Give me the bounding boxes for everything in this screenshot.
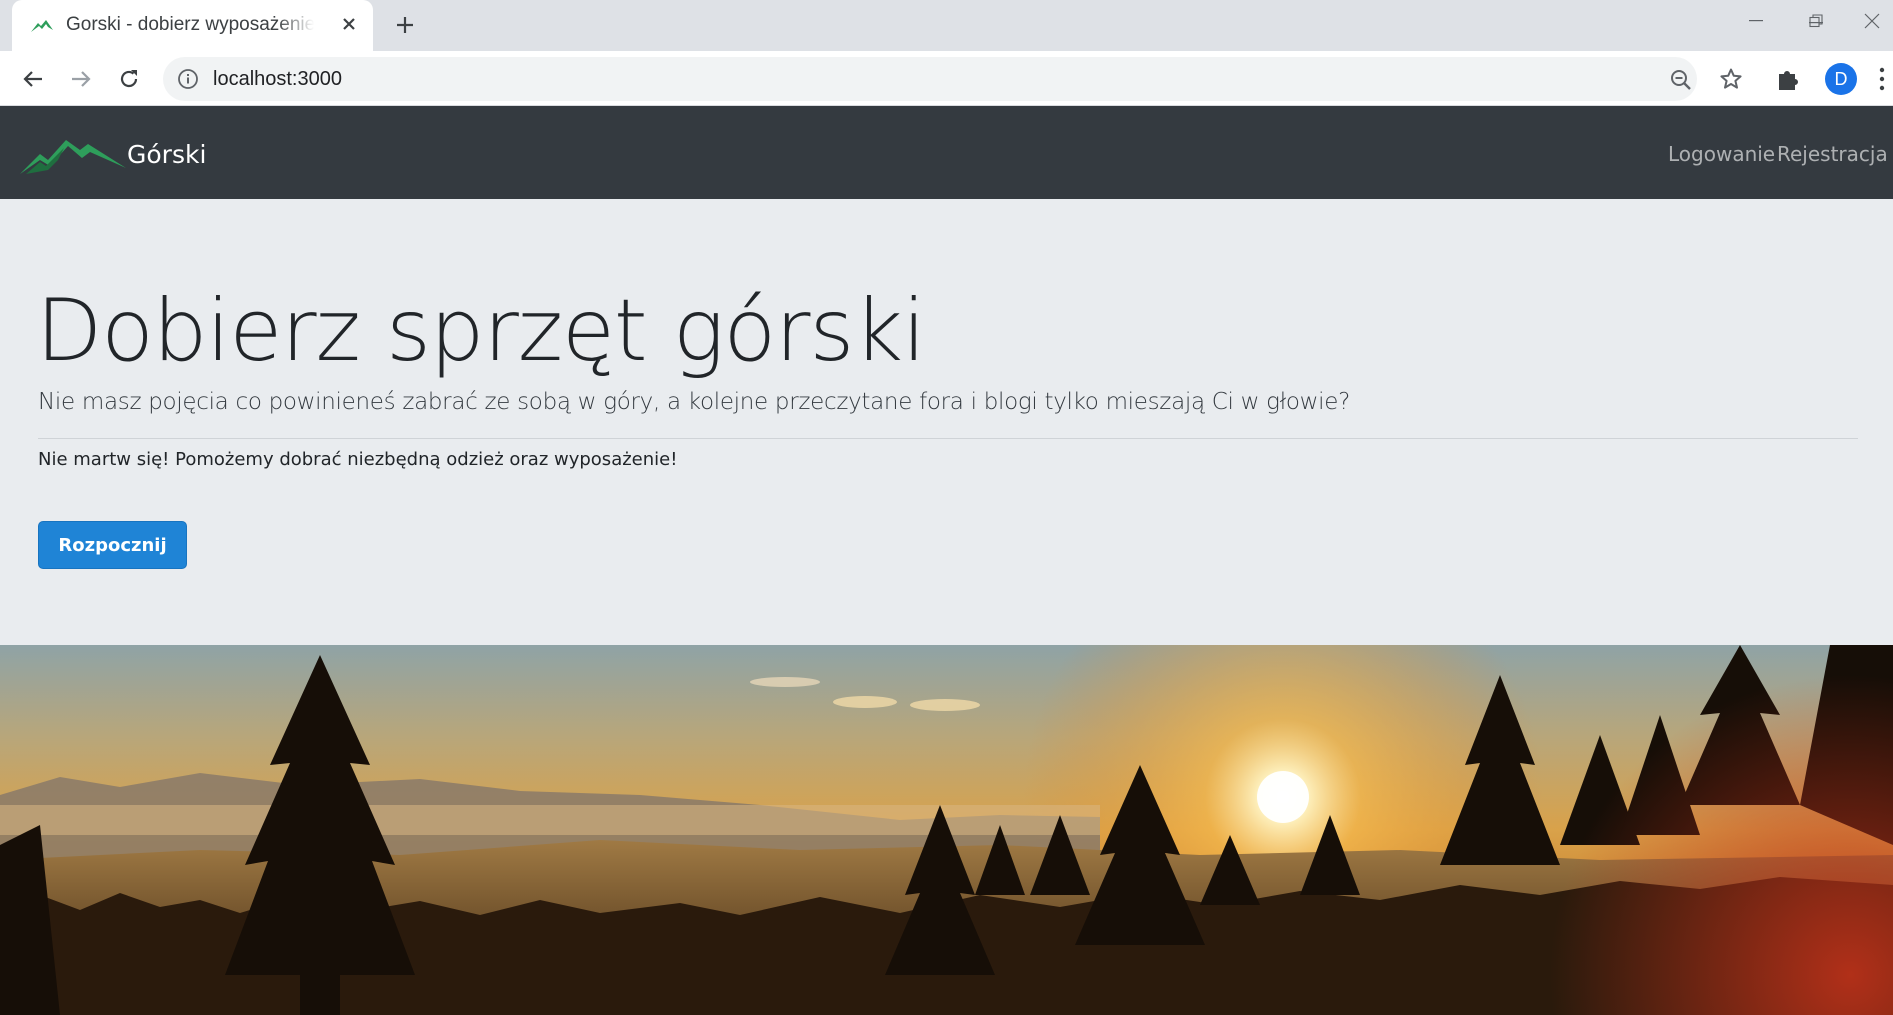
new-tab-icon[interactable] [390, 10, 420, 40]
body-text: Nie martw się! Pomożemy dobrać niezbędną… [38, 449, 678, 470]
address-bar[interactable]: localhost:3000 [163, 57, 1742, 101]
jumbotron: Dobierz sprzęt górski Nie masz pojęcia c… [0, 199, 1893, 645]
bookmark-star-icon[interactable] [1719, 67, 1743, 91]
site-navbar: Górski Logowanie Rejestracja [0, 106, 1893, 199]
zoom-icon[interactable] [1669, 68, 1693, 92]
nav-login-link[interactable]: Logowanie [1668, 142, 1775, 166]
browser-tabstrip: Gorski - dobierz wyposażenie w góry [0, 0, 1893, 51]
profile-avatar[interactable]: D [1825, 63, 1857, 95]
url-text[interactable]: localhost:3000 [213, 68, 342, 91]
browser-tab[interactable]: Gorski - dobierz wyposażenie w góry [12, 0, 373, 51]
site-info-icon[interactable] [177, 68, 199, 90]
mountain-favicon-icon [31, 20, 53, 32]
brand-name[interactable]: Górski [127, 140, 206, 169]
tab-title: Gorski - dobierz wyposażenie w góry [66, 14, 314, 35]
back-icon[interactable] [16, 62, 50, 96]
minimize-window-icon[interactable] [1732, 4, 1780, 38]
close-tab-icon[interactable] [337, 12, 361, 36]
start-button[interactable]: Rozpocznij [38, 521, 187, 569]
restore-icon[interactable] [1792, 4, 1840, 38]
close-window-icon[interactable] [1850, 4, 1893, 38]
lead-text: Nie masz pojęcia co powinieneś zabrać ze… [38, 389, 1351, 415]
browser-toolbar: localhost:3000 D [0, 51, 1893, 106]
reload-icon[interactable] [112, 62, 146, 96]
page-title: Dobierz sprzęt górski [36, 281, 926, 381]
forward-icon[interactable] [64, 62, 98, 96]
browser-menu-icon[interactable] [1876, 65, 1888, 93]
divider [38, 438, 1858, 439]
hero-landscape-image [0, 645, 1893, 1015]
nav-register-link[interactable]: Rejestracja [1777, 142, 1888, 166]
mountain-logo-icon[interactable] [18, 134, 128, 176]
mountain-sunset-photo-icon [0, 645, 1893, 1015]
extensions-puzzle-icon[interactable] [1774, 64, 1804, 94]
